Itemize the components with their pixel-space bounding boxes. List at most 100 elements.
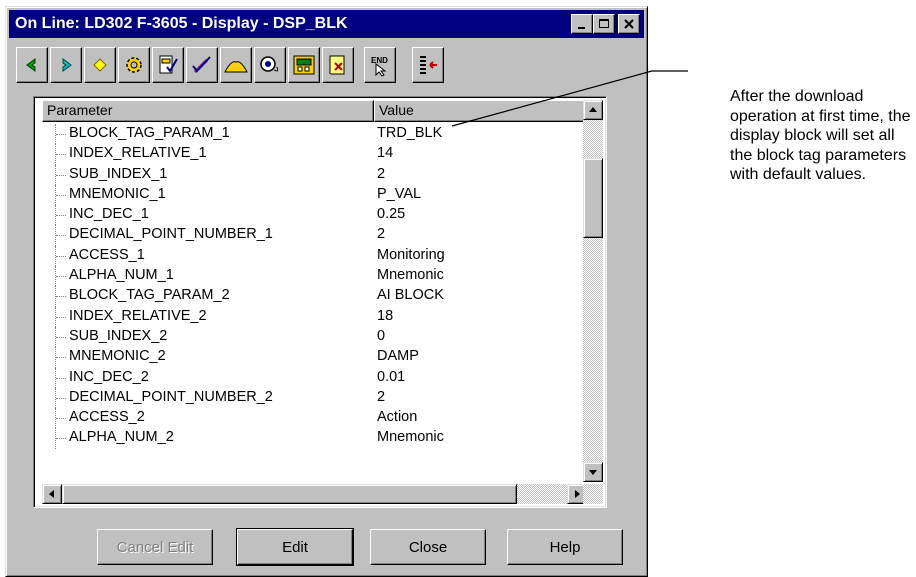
table-row[interactable]: MNEMONIC_2 DAMP [42,347,587,368]
tuning-icon [260,56,279,72]
close-window-button[interactable] [618,14,640,34]
parameter-value[interactable]: Mnemonic [377,267,444,283]
down-arrow-icon [589,470,597,475]
table-row[interactable]: ACCESS_2 Action [42,408,587,429]
table-row[interactable]: ACCESS_1 Monitoring [42,245,587,267]
table-row[interactable]: BLOCK_TAG_PARAM_2 AI BLOCK [42,286,587,307]
parameter-name: INDEX_RELATIVE_2 [69,307,207,324]
tree-branch [56,296,66,298]
device-check-icon [159,55,178,74]
parameter-name: DECIMAL_POINT_NUMBER_2 [69,388,273,405]
scroll-up-button[interactable] [583,100,603,120]
parameter-value[interactable]: 18 [377,308,393,324]
edit-button[interactable]: Edit [236,528,354,566]
parameter-value[interactable]: TRD_BLK [377,125,442,141]
window-title: On Line: LD302 F-3605 - Display - DSP_BL… [15,15,348,32]
maximize-icon [599,19,609,28]
tree-branch [56,316,66,318]
parameter-value[interactable]: 0 [377,328,385,344]
left-arrow-icon [26,58,36,72]
parameter-column-header[interactable]: Parameter [42,100,374,122]
parameter-value[interactable]: 14 [377,145,393,161]
left-arrow-small-icon [49,490,54,498]
parameter-value[interactable]: DAMP [377,348,419,364]
right-arrow-icon [62,58,72,72]
parameter-name: BLOCK_TAG_PARAM_2 [69,287,230,304]
table-row[interactable]: DECIMAL_POINT_NUMBER_2 2 [42,387,587,409]
table-row[interactable]: DECIMAL_POINT_NUMBER_1 2 [42,225,587,246]
cancel-edit-button[interactable]: Cancel Edit [97,529,213,565]
parameter-name: SUB_INDEX_1 [69,165,168,182]
mountain-button[interactable] [220,47,252,83]
help-button[interactable]: Help [507,529,623,565]
close-button[interactable]: Close [370,529,486,565]
parameter-value[interactable]: AI BLOCK [377,287,444,303]
svg-text:END: END [371,56,388,65]
parameter-value[interactable]: 2 [377,389,385,405]
annotation-text: After the download operation at first ti… [730,88,911,183]
table-row[interactable]: SUB_INDEX_2 0 [42,326,587,348]
parameter-value[interactable]: 2 [377,226,385,242]
scroll-left-button[interactable] [42,484,62,504]
table-row[interactable]: ALPHA_NUM_2 Mnemonic [42,428,587,449]
tree-branch [56,154,66,156]
table-row[interactable]: ALPHA_NUM_1 Mnemonic [42,266,587,287]
scroll-down-button[interactable] [583,462,603,482]
tree-branch [56,377,66,379]
value-column-header[interactable]: Value [374,100,587,122]
gear-icon [126,57,142,73]
parameter-name: ACCESS_2 [69,409,145,426]
horizontal-scrollbar[interactable] [42,484,587,504]
table-row[interactable]: INC_DEC_2 0.01 [42,367,587,388]
parameter-name: INDEX_RELATIVE_1 [69,145,207,162]
parameter-value[interactable]: 0.01 [377,369,405,385]
up-arrow-icon [589,107,597,112]
parameter-rows: BLOCK_TAG_PARAM_1 TRD_BLK INDEX_RELATIVE_1… [42,124,587,482]
parameter-value[interactable]: 0.25 [377,206,405,222]
horizontal-scroll-thumb[interactable] [62,484,517,504]
parameter-name: ALPHA_NUM_2 [69,429,174,446]
list-arrow-icon [420,56,437,74]
parameter-value[interactable]: 2 [377,166,385,182]
title-bar[interactable]: On Line: LD302 F-3605 - Display - DSP_BL… [9,10,644,38]
scroll-corner [583,484,603,504]
next-button[interactable] [50,47,82,83]
parameter-value[interactable]: Action [377,409,417,425]
gear-button[interactable] [118,47,150,83]
table-row[interactable]: INDEX_RELATIVE_1 14 [42,144,587,165]
parameter-value[interactable]: Mnemonic [377,429,444,445]
tree-branch [56,235,66,237]
table-row[interactable]: INDEX_RELATIVE_2 18 [42,306,587,327]
vertical-scrollbar[interactable] [583,100,603,482]
tree-branch [56,215,66,217]
minimize-button[interactable] [571,14,593,34]
tree-branch [56,336,66,338]
tree-branch [56,357,66,359]
table-row[interactable]: INC_DEC_1 0.25 [42,205,587,226]
monitor-button[interactable] [288,47,320,83]
pen-check-button[interactable] [186,47,218,83]
parameter-name: MNEMONIC_1 [69,185,166,202]
diamond-button[interactable] [84,47,116,83]
tuning-button[interactable] [254,47,286,83]
scroll-button[interactable] [322,47,354,83]
maximize-button[interactable] [593,14,615,34]
device-check-button[interactable] [152,47,184,83]
vertical-scroll-thumb[interactable] [583,158,603,238]
tree-branch [56,276,66,278]
parameter-value[interactable]: Monitoring [377,247,445,263]
parameter-name: MNEMONIC_2 [69,348,166,365]
table-row[interactable]: SUB_INDEX_1 2 [42,164,587,185]
end-button[interactable]: END [364,47,396,83]
minimize-icon [578,27,585,29]
parameter-list[interactable]: Parameter Value BLOCK_TAG_PARAM_1 TRD_BLK… [33,96,607,508]
previous-button[interactable] [16,47,48,83]
parameter-value[interactable]: P_VAL [377,186,421,202]
diamond-icon [93,58,107,72]
pen-check-icon [192,56,211,74]
parameter-name: ALPHA_NUM_1 [69,267,174,284]
parameter-name: INC_DEC_1 [69,206,149,223]
list-arrow-button[interactable] [412,47,444,83]
table-row[interactable]: MNEMONIC_1 P_VAL [42,184,587,206]
table-row[interactable]: BLOCK_TAG_PARAM_1 TRD_BLK [42,124,587,145]
